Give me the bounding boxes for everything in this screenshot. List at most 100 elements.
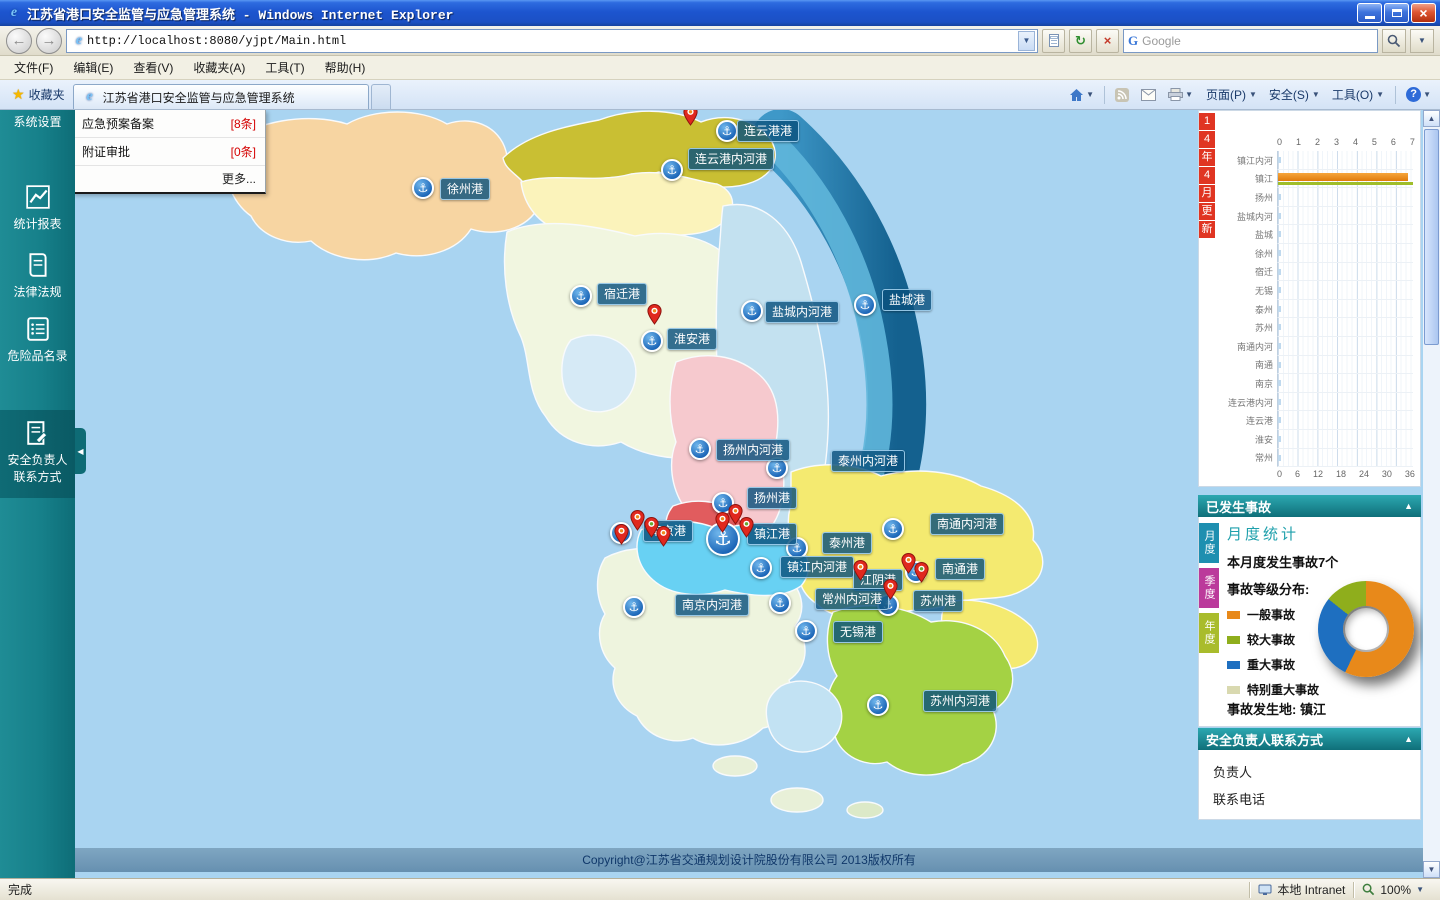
menu-item[interactable]: 文件(F) xyxy=(4,56,63,79)
forward-button[interactable]: → xyxy=(36,28,62,54)
contact-panel-header[interactable]: 安全负责人联系方式 ▲ xyxy=(1198,728,1421,750)
port-anchor-icon[interactable]: ⚓ xyxy=(623,596,645,618)
command-button[interactable]: 页面(P)▼ xyxy=(1200,83,1263,106)
port-anchor-icon[interactable]: ⚓ xyxy=(741,300,763,322)
port-label[interactable]: 盐城内河港 xyxy=(765,301,839,323)
port-label[interactable]: 扬州港 xyxy=(747,487,797,509)
port-anchor-icon[interactable]: ⚓ xyxy=(795,620,817,642)
print-button[interactable]: ▼ xyxy=(1163,85,1198,104)
url-text[interactable]: http://localhost:8080/yjpt/Main.html xyxy=(87,34,1018,48)
port-anchor-icon[interactable]: ⚓ xyxy=(854,294,876,316)
accident-pin-icon[interactable] xyxy=(853,560,868,581)
port-anchor-icon[interactable]: ⚓ xyxy=(641,330,663,352)
address-field[interactable]: e http://localhost:8080/yjpt/Main.html ▼ xyxy=(66,29,1038,53)
port-label[interactable]: 盐城港 xyxy=(882,289,932,311)
menu-item[interactable]: 编辑(E) xyxy=(63,56,123,79)
port-anchor-icon[interactable]: ⚓ xyxy=(689,438,711,460)
period-tab-1[interactable]: 月度 xyxy=(1199,523,1219,563)
port-label[interactable]: 常州内河港 xyxy=(815,588,889,610)
scroll-up-button[interactable]: ▲ xyxy=(1423,110,1440,127)
port-anchor-icon[interactable]: ⚓ xyxy=(750,557,772,579)
port-label[interactable]: 泰州港 xyxy=(822,532,872,554)
port-label[interactable]: 扬州内河港 xyxy=(716,439,790,461)
sidebar-item-1[interactable]: 统计报表 xyxy=(0,184,75,233)
menu-item[interactable]: 工具(T) xyxy=(255,56,314,79)
quickpanel-row[interactable]: 应急预案备案[8条] xyxy=(75,110,265,138)
period-tab-3[interactable]: 年度 xyxy=(1199,613,1219,653)
accident-pin-icon[interactable] xyxy=(883,579,898,600)
home-button[interactable]: ▼ xyxy=(1064,85,1099,105)
stop-button[interactable]: × xyxy=(1096,29,1119,53)
port-anchor-icon[interactable]: ⚓ xyxy=(716,120,738,142)
quickpanel-item-label[interactable]: 附证审批 xyxy=(82,143,130,160)
quickpanel-item-label[interactable]: 应急预案备案 xyxy=(82,115,154,132)
close-button[interactable]: × xyxy=(1411,3,1436,23)
menu-item[interactable]: 收藏夹(A) xyxy=(183,56,255,79)
port-anchor-icon[interactable]: ⚓ xyxy=(867,694,889,716)
maximize-button[interactable] xyxy=(1384,3,1409,23)
port-anchor-icon[interactable]: ⚓ xyxy=(570,285,592,307)
refresh-button[interactable]: ↻ xyxy=(1069,29,1092,53)
favorites-button[interactable]: ★ 收藏夹 xyxy=(4,82,73,107)
port-label[interactable]: 宿迁港 xyxy=(597,283,647,305)
search-options-button[interactable]: ▼ xyxy=(1410,29,1434,53)
accident-pin-icon[interactable] xyxy=(656,526,671,547)
command-button[interactable]: 安全(S)▼ xyxy=(1263,83,1326,106)
accident-pin-icon[interactable] xyxy=(739,517,754,538)
sidebar-item-2[interactable]: 法律法规 xyxy=(0,252,75,301)
accident-pin-icon[interactable] xyxy=(630,510,645,531)
port-label[interactable]: 连云港内河港 xyxy=(688,148,774,170)
compatibility-button[interactable] xyxy=(1042,29,1065,53)
sidebar-item-4[interactable]: 安全负责人联系方式 xyxy=(0,410,75,498)
sidebar-collapse-handle[interactable]: ◀ xyxy=(75,428,86,474)
quickpanel-more-link[interactable]: 更多... xyxy=(75,166,265,192)
vertical-scrollbar[interactable]: ▲ ▼ xyxy=(1423,110,1440,878)
scrollbar-thumb[interactable] xyxy=(1424,129,1439,345)
port-label[interactable]: 泰州内河港 xyxy=(831,450,905,472)
port-label[interactable]: 南京内河港 xyxy=(675,594,749,616)
minimize-button[interactable] xyxy=(1357,3,1382,23)
collapse-chevron-icon[interactable]: ▲ xyxy=(1404,734,1413,744)
port-label[interactable]: 连云港港 xyxy=(737,120,799,142)
menu-item[interactable]: 查看(V) xyxy=(123,56,183,79)
accident-pin-icon[interactable] xyxy=(614,524,629,545)
accident-pin-icon[interactable] xyxy=(683,110,698,126)
port-label[interactable]: 徐州港 xyxy=(440,178,490,200)
mail-button[interactable] xyxy=(1136,86,1161,104)
port-anchor-icon[interactable]: ⚓ xyxy=(882,518,904,540)
address-dropdown[interactable]: ▼ xyxy=(1018,31,1035,51)
port-label[interactable]: 南通内河港 xyxy=(930,513,1004,535)
quickpanel-row[interactable]: 附证审批[0条] xyxy=(75,138,265,166)
back-button[interactable]: ← xyxy=(6,28,32,54)
sidebar-item-3[interactable]: 危险品名录 xyxy=(0,316,75,365)
port-anchor-icon[interactable]: ⚓ xyxy=(661,159,683,181)
accident-pin-icon[interactable] xyxy=(715,512,730,533)
command-button[interactable]: 工具(O)▼ xyxy=(1326,83,1390,106)
port-label[interactable]: 镇江港 xyxy=(747,523,797,545)
accident-pin-icon[interactable] xyxy=(647,304,662,325)
period-tab-2[interactable]: 季度 xyxy=(1199,568,1219,608)
accident-pin-icon[interactable] xyxy=(914,562,929,583)
new-tab-stub[interactable] xyxy=(371,84,391,109)
search-placeholder[interactable]: Google xyxy=(1142,34,1373,48)
sidebar-item-top[interactable]: 系统设置 xyxy=(0,113,75,130)
accident-panel-header[interactable]: 已发生事故 ▲ xyxy=(1198,495,1421,517)
port-label[interactable]: 无锡港 xyxy=(833,621,883,643)
help-button[interactable]: ?▼ xyxy=(1401,84,1436,105)
port-label[interactable]: 苏州港 xyxy=(913,590,963,612)
zoom-control[interactable]: 100% ▼ xyxy=(1354,883,1432,897)
search-input[interactable]: G Google xyxy=(1123,29,1378,53)
search-button[interactable] xyxy=(1382,29,1406,53)
map-area[interactable]: ◀ 应急预案备案[8条]附证审批[0条] 更多... ⚓连云港港⚓连云港内河港⚓… xyxy=(75,110,1423,878)
menu-item[interactable]: 帮助(H) xyxy=(315,56,376,79)
scroll-down-button[interactable]: ▼ xyxy=(1423,861,1440,878)
port-label[interactable]: 淮安港 xyxy=(667,328,717,350)
port-anchor-icon[interactable]: ⚓ xyxy=(769,592,791,614)
port-label[interactable]: 镇江内河港 xyxy=(780,556,854,578)
feeds-button[interactable] xyxy=(1110,85,1134,105)
port-label[interactable]: 南通港 xyxy=(935,558,985,580)
port-label[interactable]: 苏州内河港 xyxy=(923,690,997,712)
port-anchor-icon[interactable]: ⚓ xyxy=(412,177,434,199)
browser-tab[interactable]: e 江苏省港口安全监管与应急管理系统 xyxy=(73,84,369,109)
collapse-chevron-icon[interactable]: ▲ xyxy=(1404,501,1413,511)
